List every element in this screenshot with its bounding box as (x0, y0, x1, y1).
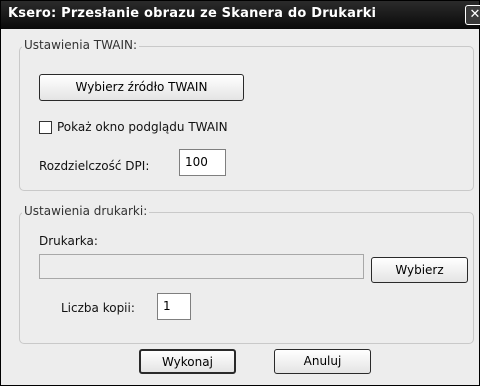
copies-label: Liczba kopii: (61, 301, 135, 315)
run-button[interactable]: Wykonaj (139, 349, 236, 374)
close-icon[interactable]: ✕ (465, 5, 480, 25)
title-bar[interactable]: Ksero: Przesłanie obrazu ze Skanera do D… (1, 1, 480, 29)
printer-field[interactable] (39, 254, 364, 279)
cancel-button[interactable]: Anuluj (274, 349, 371, 374)
dialog-window: Ksero: Przesłanie obrazu ze Skanera do D… (0, 0, 480, 386)
printer-settings-legend: Ustawienia drukarki: (22, 204, 150, 218)
copies-input[interactable]: 1 (157, 293, 191, 320)
preview-checkbox-label[interactable]: Pokaż okno podglądu TWAIN (57, 120, 228, 134)
dpi-input[interactable]: 100 (179, 149, 226, 176)
window-title: Ksero: Przesłanie obrazu ze Skanera do D… (8, 6, 377, 21)
preview-checkbox[interactable] (39, 121, 52, 134)
twain-settings-legend: Ustawienia TWAIN: (22, 38, 140, 52)
printer-label: Drukarka: (39, 234, 98, 248)
select-twain-source-button[interactable]: Wybierz źródło TWAIN (39, 74, 244, 101)
choose-printer-button[interactable]: Wybierz (371, 257, 468, 283)
dpi-label: Rozdzielczość DPI: (39, 159, 150, 173)
